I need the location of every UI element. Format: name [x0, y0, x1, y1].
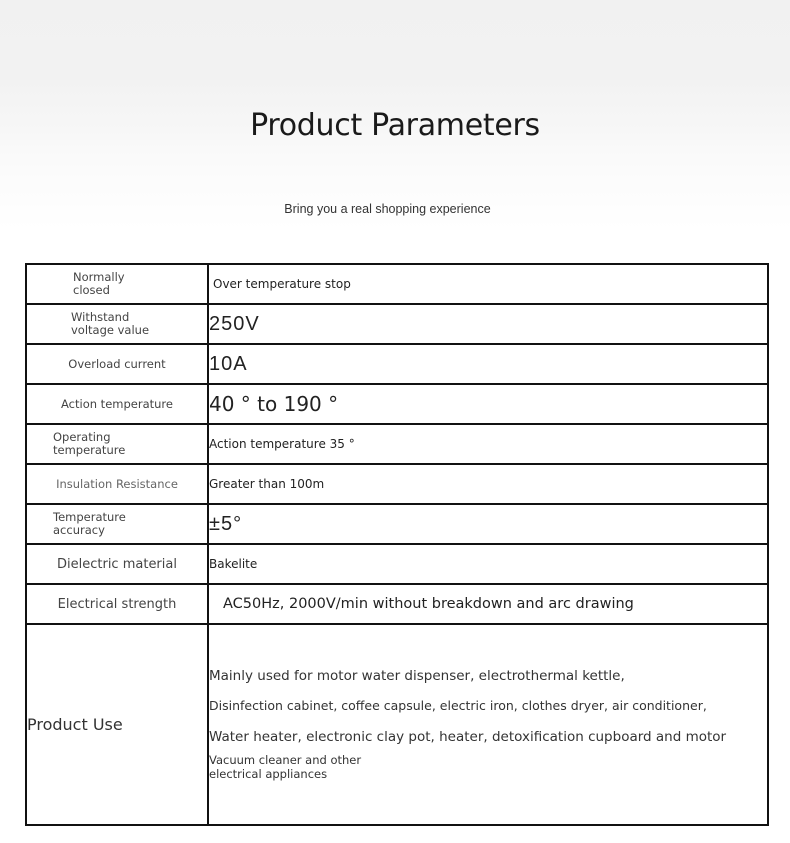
- table-row: Withstand voltage value 250V: [25, 303, 769, 345]
- row-label: Product Use: [25, 623, 209, 826]
- row-value: Action temperature 35 °: [207, 423, 769, 465]
- use-line: Vacuum cleaner and other electrical appl…: [209, 753, 362, 781]
- row-label: Dielectric material: [25, 543, 209, 585]
- table-row: Operating temperature Action temperature…: [25, 423, 769, 465]
- use-line: Disinfection cabinet, coffee capsule, el…: [209, 698, 707, 713]
- use-line: Water heater, electronic clay pot, heate…: [209, 729, 727, 745]
- table-row: Dielectric material Bakelite: [25, 543, 769, 585]
- row-value: 10A: [207, 343, 769, 385]
- row-label: Overload current: [25, 343, 209, 385]
- table-row-product-use: Product Use Mainly used for motor water …: [25, 623, 769, 826]
- page-subtitle: Bring you a real shopping experience: [284, 202, 491, 216]
- row-label: Operating temperature: [25, 423, 209, 465]
- table-row: Normally closed Over temperature stop: [25, 263, 769, 305]
- table-row: Electrical strength AC50Hz, 2000V/min wi…: [25, 583, 769, 625]
- row-label: Normally closed: [25, 263, 209, 305]
- row-value: AC50Hz, 2000V/min without breakdown and …: [207, 583, 769, 625]
- row-value: Over temperature stop: [207, 263, 769, 305]
- row-value: ±5°: [207, 503, 769, 545]
- row-label: Electrical strength: [25, 583, 209, 625]
- row-label: Withstand voltage value: [25, 303, 209, 345]
- label-text: Withstand voltage value: [71, 310, 150, 337]
- row-label: Action temperature: [25, 383, 209, 425]
- row-label: Insulation Resistance: [25, 463, 209, 505]
- table-row: Action temperature 40 ° to 190 °: [25, 383, 769, 425]
- row-value: Bakelite: [207, 543, 769, 585]
- table-row: Overload current 10A: [25, 343, 769, 385]
- row-value: 250V: [207, 303, 769, 345]
- label-text: Temperature accuracy: [53, 510, 126, 537]
- table-row: Insulation Resistance Greater than 100m: [25, 463, 769, 505]
- label-text: Operating temperature: [53, 430, 126, 457]
- row-label: Temperature accuracy: [25, 503, 209, 545]
- table-row: Temperature accuracy ±5°: [25, 503, 769, 545]
- row-value: Greater than 100m: [207, 463, 769, 505]
- page-title: Product Parameters: [250, 108, 540, 143]
- label-text: Normally closed: [73, 270, 125, 297]
- use-line: Mainly used for motor water dispenser, e…: [209, 668, 625, 684]
- row-value: 40 ° to 190 °: [207, 383, 769, 425]
- parameters-table: Normally closed Over temperature stop Wi…: [25, 263, 769, 826]
- row-value: Mainly used for motor water dispenser, e…: [207, 623, 769, 826]
